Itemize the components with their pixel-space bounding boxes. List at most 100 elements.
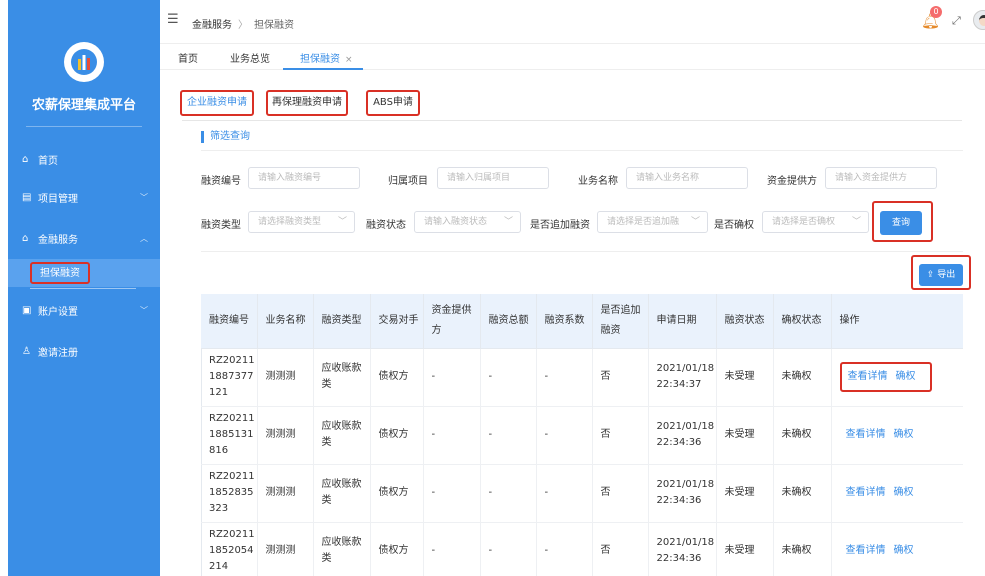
sidebar-item-invite[interactable]: ♙ 邀请注册 bbox=[8, 338, 160, 364]
sidebar-item-finance[interactable]: ⌂ 金融服务 ︿ bbox=[8, 225, 160, 251]
cell-text: 未受理 bbox=[724, 487, 755, 498]
fullscreen-icon[interactable]: ⤢ bbox=[952, 14, 961, 28]
project-input[interactable]: 请输入归属项目 bbox=[437, 167, 549, 189]
cell-financing-ratio: - bbox=[536, 522, 593, 576]
cell-financing-total: - bbox=[480, 464, 537, 523]
home-icon: ⌂ bbox=[22, 153, 29, 165]
cell-text: 未确权 bbox=[781, 545, 812, 556]
filter-label-project: 归属项目 bbox=[388, 176, 428, 187]
query-button[interactable]: 查询 bbox=[880, 211, 922, 235]
select-placeholder: 请选择是否确权 bbox=[772, 217, 836, 227]
breadcrumb-item[interactable]: 金融服务 bbox=[192, 16, 232, 31]
sidebar-subitem-guarantee-financing[interactable]: 担保融资 bbox=[8, 259, 160, 287]
subtab-enterprise-financing[interactable]: 企业融资申请 bbox=[180, 90, 254, 116]
cell-text: - bbox=[488, 487, 493, 498]
cell-text: 未受理 bbox=[724, 371, 755, 382]
export-button[interactable]: ⇪ 导出 bbox=[919, 264, 963, 286]
cell-financing-type: 应收账款类 bbox=[313, 406, 371, 465]
cell-append-financing: 否 bbox=[592, 464, 649, 523]
table-row: RZ20211 1852054 214 测测测 应收账款类 债权方 - - - 否 2021/01/… bbox=[201, 522, 963, 576]
sidebar-item-account[interactable]: ▣ 账户设置 ﹀ bbox=[8, 297, 160, 323]
confirm-right-link[interactable]: 确权 bbox=[894, 545, 914, 556]
chevron-down-icon: ﹀ bbox=[690, 217, 700, 227]
cell-text: 2021/01/18 bbox=[656, 479, 715, 490]
column-header: 融资状态 bbox=[716, 294, 774, 349]
cell-text: 债权方 bbox=[378, 429, 409, 440]
sidebar-item-home[interactable]: ⌂ 首页 bbox=[8, 146, 160, 172]
confirm-right-link[interactable]: 确权 bbox=[894, 487, 914, 498]
cell-confirm-status: 未确权 bbox=[773, 522, 832, 576]
tab-guarantee-financing[interactable]: 担保融资 × bbox=[300, 50, 353, 65]
fund-provider-input[interactable]: 请输入资金提供方 bbox=[825, 167, 937, 189]
breadcrumb-current: 担保融资 bbox=[254, 20, 294, 31]
table-row: RZ20211 1885131 816 测测测 应收账款类 债权方 - - - 否 2021/01/… bbox=[201, 406, 963, 465]
cell-financing-ratio: - bbox=[536, 464, 593, 523]
project-icon: ▤ bbox=[22, 191, 32, 203]
cell-financing-total: - bbox=[480, 522, 537, 576]
subtab-refactoring-financing[interactable]: 再保理融资申请 bbox=[266, 90, 348, 116]
view-details-link[interactable]: 查看详情 bbox=[846, 429, 886, 440]
tab-overview[interactable]: 业务总览 bbox=[230, 50, 270, 65]
view-details-link[interactable]: 查看详情 bbox=[846, 487, 886, 498]
cell-apply-date: 2021/01/18 22:34:37 bbox=[648, 348, 717, 407]
sidebar-item-projects[interactable]: ▤ 项目管理 ﹀ bbox=[8, 184, 160, 210]
view-details-link[interactable]: 查看详情 bbox=[848, 371, 888, 382]
cell-financing-type: 应收账款类 bbox=[313, 522, 371, 576]
chevron-down-icon: ﹀ bbox=[503, 217, 513, 227]
confirmed-select[interactable]: 请选择是否确权 ﹀ bbox=[762, 211, 869, 233]
row-actions: 查看详情 确权 bbox=[839, 362, 932, 392]
finance-icon: ⌂ bbox=[22, 232, 29, 244]
cell-financing-id: RZ20211 1885131 816 bbox=[201, 406, 258, 465]
business-name-input[interactable]: 请输入业务名称 bbox=[626, 167, 748, 189]
cell-text: 否 bbox=[600, 487, 611, 498]
cell-text: 1852835 bbox=[209, 487, 254, 498]
cell-financing-status: 未受理 bbox=[716, 464, 774, 523]
menu-toggle-icon[interactable]: ☰ bbox=[167, 12, 179, 27]
avatar[interactable] bbox=[973, 10, 985, 30]
chevron-down-icon: ﹀ bbox=[337, 217, 347, 227]
sidebar: 农薪保理集成平台 ⌂ 首页 ▤ 项目管理 ﹀ ⌂ 金融服务 ︿ 担保融资 ▣ 账… bbox=[8, 0, 160, 576]
cell-text: RZ20211 bbox=[209, 413, 255, 424]
cell-text: 测测测 bbox=[265, 429, 296, 440]
chevron-up-icon: ︿ bbox=[140, 233, 148, 243]
append-financing-select[interactable]: 请选择是否追加融 ﹀ bbox=[597, 211, 708, 233]
financing-type-select[interactable]: 请选择融资类型 ﹀ bbox=[248, 211, 355, 233]
financing-id-input[interactable]: 请输入融资编号 bbox=[248, 167, 360, 189]
cell-text: 未确权 bbox=[781, 487, 812, 498]
sidebar-sub-underline bbox=[30, 288, 136, 289]
filter-label-fund-provider: 资金提供方 bbox=[767, 176, 817, 187]
sidebar-item-label: 项目管理 bbox=[38, 193, 78, 205]
cell-text: 测测测 bbox=[265, 545, 296, 556]
account-icon: ▣ bbox=[22, 304, 32, 316]
filter-label-financing-id: 融资编号 bbox=[201, 176, 241, 187]
cell-text: - bbox=[431, 487, 436, 498]
cell-text: - bbox=[544, 487, 549, 498]
cell-text: 1852054 bbox=[209, 545, 254, 556]
confirm-right-link[interactable]: 确权 bbox=[896, 371, 916, 382]
financing-status-select[interactable]: 请输入融资状态 ﹀ bbox=[414, 211, 521, 233]
table-row: RZ20211 1887377 121 测测测 应收账款类 债权方 - - - 否 2021/01/… bbox=[201, 348, 963, 407]
cell-confirm-status: 未确权 bbox=[773, 464, 832, 523]
sidebar-item-label: 首页 bbox=[38, 155, 58, 167]
cell-text: 22:34:36 bbox=[656, 553, 702, 564]
tab-home[interactable]: 首页 bbox=[178, 50, 198, 65]
subtab-abs[interactable]: ABS申请 bbox=[366, 90, 420, 116]
select-placeholder: 请选择融资类型 bbox=[258, 217, 322, 227]
cell-text: RZ20211 bbox=[209, 529, 255, 540]
column-header: 融资系数 bbox=[536, 294, 593, 349]
breadcrumb-separator-icon: 〉 bbox=[238, 20, 248, 31]
page-tabs: 首页 业务总览 担保融资 × bbox=[160, 44, 985, 70]
cell-text: 债权方 bbox=[378, 487, 409, 498]
cell-text: - bbox=[431, 371, 436, 382]
view-details-link[interactable]: 查看详情 bbox=[846, 545, 886, 556]
sidebar-item-label: 账户设置 bbox=[38, 306, 78, 318]
column-header: 业务名称 bbox=[257, 294, 314, 349]
cell-text: 应收账款类 bbox=[321, 479, 362, 506]
confirm-right-link[interactable]: 确权 bbox=[894, 429, 914, 440]
close-icon[interactable]: × bbox=[345, 55, 353, 65]
cell-counterparty: 债权方 bbox=[370, 464, 424, 523]
select-placeholder: 请选择是否追加融 bbox=[607, 217, 680, 227]
cell-text: 22:34:36 bbox=[656, 437, 702, 448]
filter-label-confirmed: 是否确权 bbox=[714, 220, 754, 231]
cell-confirm-status: 未确权 bbox=[773, 406, 832, 465]
